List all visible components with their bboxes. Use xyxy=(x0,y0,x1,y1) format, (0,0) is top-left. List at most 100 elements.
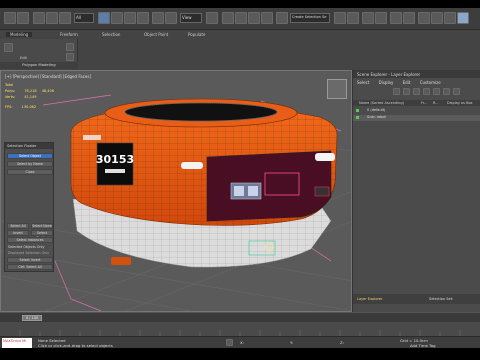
bind-icon[interactable] xyxy=(59,12,71,24)
col-frozen[interactable]: Fr... xyxy=(421,101,427,105)
layer-hide-icon[interactable] xyxy=(433,88,440,95)
render-icon[interactable] xyxy=(457,12,469,24)
robot-number-text: 30153 xyxy=(96,153,134,166)
floater-option-1[interactable]: Selected Objects Only xyxy=(8,245,44,249)
render-frame-icon[interactable] xyxy=(444,12,456,24)
floater-select-object[interactable]: Select Object xyxy=(7,153,53,159)
layer-row[interactable]: Scan robot xyxy=(353,115,480,121)
ribbon-panel: Edit Polygon Modeling xyxy=(0,39,78,69)
named-selection-dropdown[interactable]: Create Selection Se xyxy=(290,13,330,23)
material-editor-icon[interactable] xyxy=(418,12,430,24)
percent-snap-icon[interactable] xyxy=(248,12,260,24)
floater-select-instances[interactable]: Select Instances xyxy=(7,237,53,243)
undo-icon[interactable] xyxy=(4,12,16,24)
spinner-snap-icon[interactable] xyxy=(261,12,273,24)
time-slider[interactable]: 0 / 100 xyxy=(0,312,480,322)
floater-invert[interactable]: Invert xyxy=(7,230,29,236)
layer-new-icon[interactable] xyxy=(403,88,410,95)
col-renderable[interactable]: R... xyxy=(433,101,439,105)
layer-row[interactable]: 0 (default) xyxy=(353,108,480,114)
floater-select-all[interactable]: Select All xyxy=(7,223,29,229)
edit-named-sets-icon[interactable] xyxy=(276,12,288,24)
viewcube[interactable] xyxy=(327,79,347,99)
select-object-icon[interactable] xyxy=(98,12,110,24)
main-toolbar: All View Create Selection Se xyxy=(0,8,480,30)
floater-select-similar[interactable]: Select Similar xyxy=(31,230,53,240)
edit-poly-icon[interactable] xyxy=(4,43,13,52)
tab-selection[interactable]: Selection xyxy=(102,32,120,37)
floater-title: Selection Floater xyxy=(5,143,53,149)
coordinate-system[interactable]: View xyxy=(180,13,202,23)
menu-display[interactable]: Display xyxy=(379,80,394,85)
visibility-icon[interactable] xyxy=(356,116,359,119)
coord-y[interactable]: Y: xyxy=(290,340,293,345)
maxscript-listener[interactable]: MAXScript Mi xyxy=(2,338,32,348)
stat-fps: FPS: 130.062 xyxy=(5,105,37,109)
layer-options-icon[interactable] xyxy=(453,88,460,95)
snap-icon[interactable] xyxy=(222,12,234,24)
angle-snap-icon[interactable] xyxy=(235,12,247,24)
coord-x[interactable]: X: xyxy=(240,340,244,345)
floater-ctrl-select-all[interactable]: Ctrl: Select All xyxy=(7,264,53,270)
window-crossing-icon[interactable] xyxy=(137,12,149,24)
menu-edit[interactable]: Edit xyxy=(403,80,411,85)
ribbon-title[interactable]: Polygon Modeling xyxy=(0,62,78,69)
select-by-name-icon[interactable] xyxy=(111,12,123,24)
time-slider-thumb[interactable]: 0 / 100 xyxy=(22,315,42,321)
floater-select-by-name[interactable]: Select by Name xyxy=(7,161,53,167)
move-icon[interactable] xyxy=(152,12,164,24)
tab-modeling[interactable]: Modeling xyxy=(6,32,33,37)
rect-select-icon[interactable] xyxy=(124,12,136,24)
menu-select[interactable]: Select xyxy=(357,80,369,85)
pivot-icon[interactable] xyxy=(206,12,218,24)
layers-icon[interactable] xyxy=(362,12,374,24)
track-ticks xyxy=(19,330,461,336)
layer-render-icon[interactable] xyxy=(443,88,450,95)
modifier-stack-icon[interactable] xyxy=(66,43,74,51)
collapse-stack-icon[interactable] xyxy=(66,53,74,61)
curve-editor-icon[interactable] xyxy=(390,12,402,24)
tab-object-paint[interactable]: Object Paint xyxy=(144,32,168,37)
redo-icon[interactable] xyxy=(17,12,29,24)
unlink-icon[interactable] xyxy=(46,12,58,24)
stat-verts: Verts: 41,149 xyxy=(5,95,37,99)
filter-icon[interactable] xyxy=(393,88,400,95)
floater-close[interactable]: Close xyxy=(7,169,53,175)
footer-selection-set[interactable]: Selection Set: xyxy=(429,297,453,301)
mirror-icon[interactable] xyxy=(334,12,346,24)
explorer-toolbar xyxy=(353,86,480,98)
ribbon-tabs: Modeling Freeform Selection Object Paint… xyxy=(0,30,480,39)
link-icon[interactable] xyxy=(33,12,45,24)
floater-select-none[interactable]: Select None xyxy=(31,223,53,229)
graphite-icon[interactable] xyxy=(375,12,387,24)
letterbox-top xyxy=(0,0,480,8)
letterbox-bottom xyxy=(0,348,480,360)
explorer-footer: Layer Explorer Selection Set: xyxy=(353,294,480,304)
col-name[interactable]: Name (Sorted Ascending) xyxy=(359,101,404,105)
visibility-icon[interactable] xyxy=(356,109,359,112)
stat-polys: Polys: 76,218 48,406 xyxy=(5,89,54,93)
filter-label: All xyxy=(76,15,81,20)
lock-icon[interactable] xyxy=(226,339,233,346)
layer-name: Scan robot xyxy=(367,115,386,119)
viewport-label[interactable]: [+] [Perspective] [Standard] [Edged Face… xyxy=(5,74,91,79)
col-display-box[interactable]: Display as Box xyxy=(447,101,473,105)
floater-option-2[interactable]: Displayed Selection Only xyxy=(8,251,49,255)
tab-populate[interactable]: Populate xyxy=(188,32,205,37)
tab-freeform[interactable]: Freeform xyxy=(60,32,78,37)
rotate-icon[interactable] xyxy=(165,12,177,24)
selection-filter[interactable]: All xyxy=(74,13,94,23)
footer-layer-explorer[interactable]: Layer Explorer xyxy=(357,297,382,301)
floater-select-invert[interactable]: Select Invert xyxy=(7,257,53,263)
track-bar[interactable] xyxy=(0,322,480,336)
scene-explorer-menu: Select Display Edit Customize xyxy=(353,78,480,86)
layer-add-icon[interactable] xyxy=(413,88,420,95)
schematic-icon[interactable] xyxy=(403,12,415,24)
layer-name: 0 (default) xyxy=(367,108,386,112)
layer-freeze-icon[interactable] xyxy=(423,88,430,95)
coord-z[interactable]: Z: xyxy=(340,340,344,345)
align-icon[interactable] xyxy=(347,12,359,24)
menu-customize[interactable]: Customize xyxy=(420,80,441,85)
render-setup-icon[interactable] xyxy=(431,12,443,24)
selection-set-label: Create Selection Se xyxy=(292,15,327,19)
